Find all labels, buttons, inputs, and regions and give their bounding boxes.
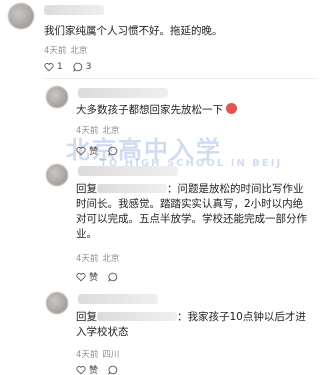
like-label: 赞 xyxy=(89,273,99,283)
avatar[interactable] xyxy=(46,86,68,108)
username-blurred[interactable] xyxy=(78,166,178,176)
comment-meta: 4天前 北京 xyxy=(76,124,119,136)
reply-count: 3 xyxy=(85,62,92,72)
comment-icon xyxy=(108,365,118,375)
comment-text: 我们家纯属个人习惯不好。拖延的晚。 xyxy=(44,25,223,37)
comment-actions: 1 3 xyxy=(44,62,91,72)
reply-prefix: 回复 xyxy=(76,311,97,323)
avatar[interactable] xyxy=(46,164,68,186)
heart-icon xyxy=(44,62,54,72)
comment-meta: 4天前 四川 xyxy=(76,348,119,360)
comment-time: 4天前 xyxy=(76,254,99,264)
username-blurred[interactable] xyxy=(78,88,168,98)
comment-text: 回复 ：问题是放松的时间比写作业时间长。我感觉。踏踏实实认真写，2小时以内绝对可以… xyxy=(76,182,308,242)
heart-icon xyxy=(76,272,86,282)
comment-meta: 4天前 北京 xyxy=(44,44,87,56)
like-label: 赞 xyxy=(89,366,99,375)
comment-location: 北京 xyxy=(102,254,120,264)
comment-time: 4天前 xyxy=(44,46,67,56)
like-label: 赞 xyxy=(89,147,99,157)
username-blurred[interactable] xyxy=(78,294,158,304)
comment-icon xyxy=(108,272,118,282)
username-blurred[interactable] xyxy=(44,5,104,15)
comment-location: 北京 xyxy=(70,46,88,56)
like-button[interactable]: 赞 xyxy=(76,144,98,157)
like-button[interactable]: 1 xyxy=(44,62,63,72)
comment-body: 大多数孩子都想回家先放松一下 xyxy=(76,104,223,116)
comment-location: 北京 xyxy=(102,126,120,136)
comment-time: 4天前 xyxy=(76,126,99,136)
reply-button[interactable] xyxy=(108,146,118,156)
comment-icon xyxy=(108,146,118,156)
heart-icon xyxy=(76,365,86,375)
comment-meta: 4天前 北京 xyxy=(76,252,119,264)
comment-text: 回复 ：我家孩子10点钟以后才进入学校状态 xyxy=(76,310,308,340)
comment-time: 4天前 xyxy=(76,350,99,360)
like-button[interactable]: 赞 xyxy=(76,363,98,375)
comment-actions: 赞 xyxy=(76,270,118,283)
divider xyxy=(44,78,318,79)
avatar[interactable] xyxy=(8,3,34,29)
comment-location: 四川 xyxy=(102,350,120,360)
comment-thread: 北京高中入学 TO HIGH SCHOOL IN BEIJ 我们家纯属个人习惯不… xyxy=(0,0,318,375)
reply-button[interactable]: 3 xyxy=(72,62,92,72)
comment-actions: 赞 xyxy=(76,363,118,375)
comment-text: 大多数孩子都想回家先放松一下 xyxy=(76,103,306,118)
heart-icon xyxy=(76,146,86,156)
reply-button[interactable] xyxy=(108,365,118,375)
comment-icon xyxy=(72,62,83,72)
comment-actions: 赞 xyxy=(76,144,118,157)
reply-prefix: 回复 xyxy=(76,183,97,195)
reply-target-blurred[interactable] xyxy=(97,184,167,193)
like-button[interactable]: 赞 xyxy=(76,270,98,283)
shy-face-emoji-icon xyxy=(226,103,238,114)
avatar[interactable] xyxy=(46,292,68,314)
like-count: 1 xyxy=(57,62,63,72)
reply-button[interactable] xyxy=(108,272,118,282)
reply-target-blurred[interactable] xyxy=(97,312,177,321)
